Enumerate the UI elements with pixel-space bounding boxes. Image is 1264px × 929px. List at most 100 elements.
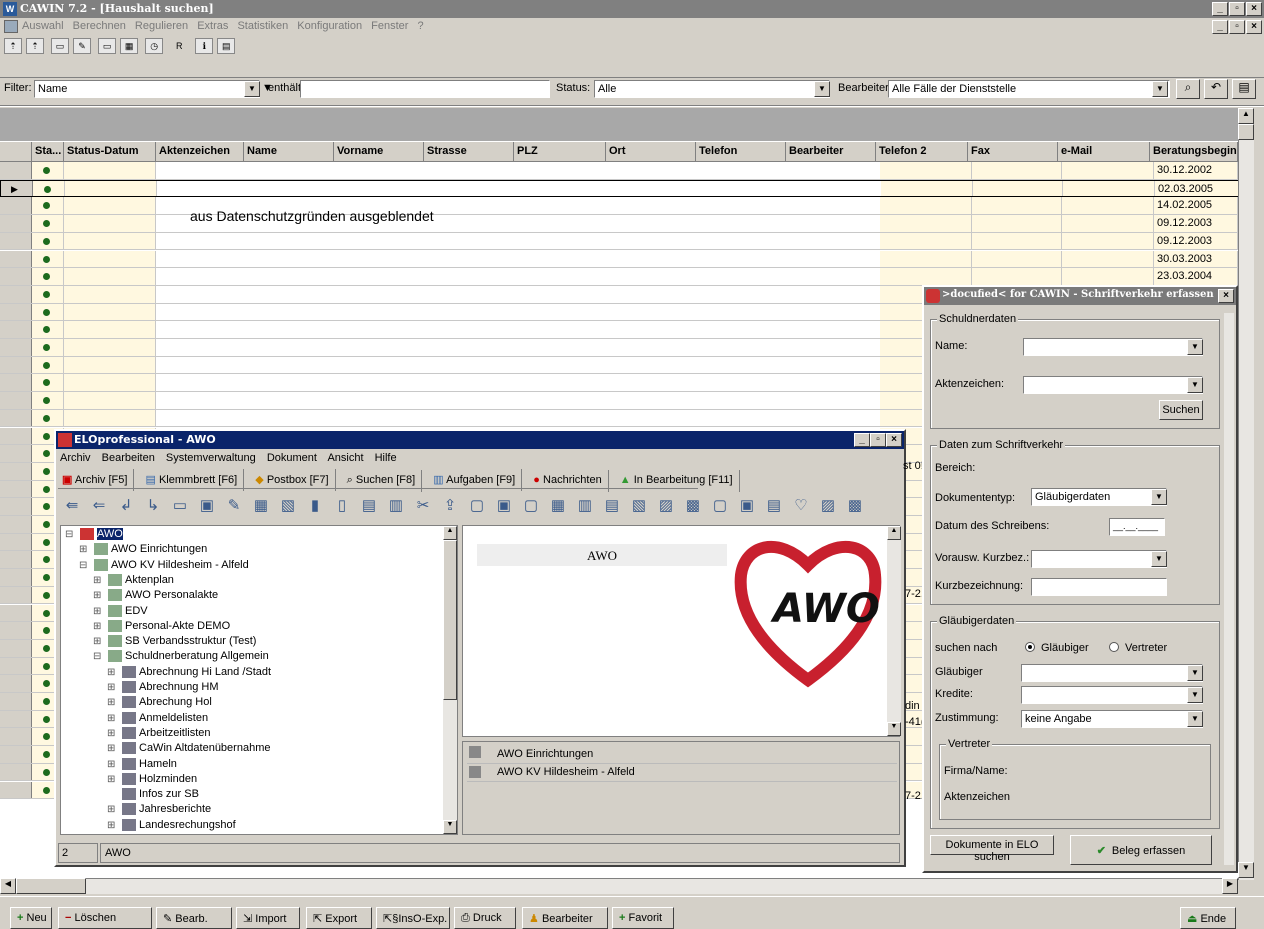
tree-expand-icon[interactable]: ⊞ (107, 804, 119, 815)
elo-tool-2-icon[interactable]: ↲ (114, 493, 138, 519)
tree-node[interactable]: ⊟ AWO KV Hildesheim - Alfeld (79, 559, 249, 571)
row-selector[interactable] (0, 392, 32, 409)
col-status-datum[interactable]: Status-Datum (64, 142, 156, 162)
elo-tool-20-icon[interactable]: ▤ (600, 493, 624, 519)
elo-tool-23-icon[interactable]: ▩ (681, 493, 705, 519)
elo-tool-19-icon[interactable]: ▥ (573, 493, 597, 519)
grid-hscrollbar[interactable] (0, 878, 1238, 894)
import-button[interactable]: ⇲ Import (236, 907, 300, 929)
elo-tool-5-icon[interactable]: ▣ (195, 493, 219, 519)
tree-node[interactable]: ⊞ Abrechung Hol (107, 696, 212, 709)
tab-aufgaben[interactable]: ▥ Aufgaben [F9] (429, 469, 523, 491)
elo-tool-8-icon[interactable]: ▧ (276, 493, 300, 519)
tree-node[interactable]: ⊞ Jahresberichte (107, 803, 211, 816)
radio-glaeubiger[interactable] (1025, 642, 1035, 652)
tree-scroll-thumb[interactable] (443, 540, 457, 700)
elo-minimize-icon[interactable]: _ (854, 433, 870, 447)
tree-expand-icon[interactable]: ⊞ (79, 544, 91, 555)
doktyp-chevron-icon[interactable]: ▼ (1151, 489, 1167, 505)
tree-node[interactable]: ⊞ AWO Einrichtungen (79, 543, 207, 556)
elo-tool-28-icon[interactable]: ▨ (816, 493, 840, 519)
elo-tool-24-icon[interactable]: ▢ (708, 493, 732, 519)
col-ort[interactable]: Ort (606, 142, 696, 162)
menu-fenster[interactable]: Fenster (371, 20, 408, 32)
ende-button[interactable]: ⏏ Ende (1180, 907, 1236, 929)
bearbeiter-button[interactable]: ♟ Bearbeiter (522, 907, 608, 929)
list-icon[interactable]: ▤ (1232, 79, 1256, 99)
elo-tool-29-icon[interactable]: ▩ (843, 493, 867, 519)
vorausw-select[interactable] (1031, 550, 1167, 568)
table-row[interactable]: 30.12.2002 (0, 162, 1238, 180)
tree-node[interactable]: ⊞ AWO Personalakte (93, 589, 218, 602)
radio-glaeubiger-label[interactable]: Gläubiger (1041, 642, 1089, 654)
scroll-left-icon[interactable]: ◀ (0, 878, 16, 894)
name-select[interactable] (1023, 338, 1203, 356)
col-vorname[interactable]: Vorname (334, 142, 424, 162)
row-selector[interactable] (0, 516, 32, 533)
preview-scroll-up-icon[interactable]: ▲ (887, 526, 901, 540)
undo-icon[interactable]: ↶ (1204, 79, 1228, 99)
scroll-up-icon[interactable]: ▲ (1238, 108, 1254, 124)
row-selector[interactable] (0, 586, 32, 604)
col-email[interactable]: e-Mail (1058, 142, 1150, 162)
az-chevron-icon[interactable]: ▼ (1187, 377, 1203, 393)
mdi-minimize-icon[interactable]: _ (1212, 20, 1228, 34)
row-selector[interactable] (0, 215, 32, 232)
menu-berechnen[interactable]: Berechnen (73, 20, 126, 32)
row-selector[interactable] (0, 285, 32, 303)
menu-regulieren[interactable]: Regulieren (135, 20, 188, 32)
row-selector[interactable] (0, 657, 32, 675)
elo-tool-0-icon[interactable]: ⇚ (60, 493, 84, 519)
grid-vscrollbar[interactable] (1238, 108, 1254, 880)
tab-klemmbrett[interactable]: ▤ Klemmbrett [F6] (142, 469, 245, 491)
kredite-chevron-icon[interactable]: ▼ (1187, 687, 1203, 703)
tool-r-label[interactable]: R (170, 39, 188, 55)
col-status[interactable]: Sta... (32, 142, 64, 162)
tool-calc-icon[interactable]: ▤ (217, 38, 236, 54)
menu-auswahl[interactable]: Auswahl (22, 20, 64, 32)
elo-tool-9-icon[interactable]: ▮ (303, 493, 327, 519)
row-selector[interactable] (0, 710, 32, 728)
tool-card-icon[interactable]: ▭ (51, 38, 70, 54)
elo-tool-6-icon[interactable]: ✎ (222, 493, 246, 519)
status-chevron-icon[interactable]: ▼ (814, 81, 830, 97)
table-row[interactable]: 09.12.2003 (0, 215, 1238, 233)
elo-tool-4-icon[interactable]: ▭ (168, 493, 192, 519)
scroll-thumb[interactable] (1238, 124, 1254, 140)
filter-search-input[interactable] (300, 80, 550, 98)
elo-tool-25-icon[interactable]: ▣ (735, 493, 759, 519)
row-selector[interactable] (0, 480, 32, 498)
row-selector[interactable] (0, 498, 32, 515)
tree-expand-icon[interactable]: ⊞ (93, 575, 105, 586)
suchen-button[interactable]: Suchen (1159, 400, 1203, 420)
row-selector[interactable] (0, 639, 32, 657)
row-selector[interactable] (0, 409, 32, 427)
tree-expand-icon[interactable]: ⊞ (107, 713, 119, 724)
filter-field-select[interactable]: Name (34, 80, 260, 98)
binoculars-icon[interactable]: ⌕ (1176, 79, 1200, 99)
row-selector[interactable]: ▶ (1, 180, 33, 197)
row-selector[interactable] (0, 445, 32, 462)
elo-menu-bearbeiten[interactable]: Bearbeiten (102, 452, 155, 464)
scroll-right-icon[interactable]: ▶ (1222, 878, 1238, 894)
row-selector[interactable] (0, 728, 32, 746)
scroll-down-icon[interactable]: ▼ (1238, 862, 1254, 878)
col-fax[interactable]: Fax (968, 142, 1058, 162)
table-row[interactable]: 14.02.2005 (0, 197, 1238, 216)
docufied-scrollbar[interactable] (1224, 313, 1234, 865)
tree-scroll-up-icon[interactable]: ▲ (443, 526, 457, 540)
tree-node[interactable]: ⊞ Abrechnung Hi Land /Stadt (107, 666, 271, 678)
neu-button[interactable]: + Neu (10, 907, 52, 929)
tool-up2-icon[interactable]: ⇡ (26, 38, 44, 54)
tree-expand-icon[interactable]: ⊟ (65, 529, 77, 540)
row-selector[interactable] (0, 533, 32, 551)
row-selector[interactable] (0, 569, 32, 586)
tree-expand-icon[interactable]: ⊞ (107, 774, 119, 785)
tree-node[interactable]: ⊞ Aktenplan (93, 574, 174, 586)
mdi-close-icon[interactable]: × (1246, 20, 1262, 34)
bearbeiter-chevron-icon[interactable]: ▼ (1152, 81, 1168, 97)
elo-menu-ansicht[interactable]: Ansicht (327, 452, 363, 464)
elo-tool-16-icon[interactable]: ▣ (492, 493, 516, 519)
tree-node[interactable]: ⊞ Holzminden (107, 773, 197, 785)
beleg-erfassen-button[interactable]: ✔ Beleg erfassen (1070, 835, 1212, 865)
